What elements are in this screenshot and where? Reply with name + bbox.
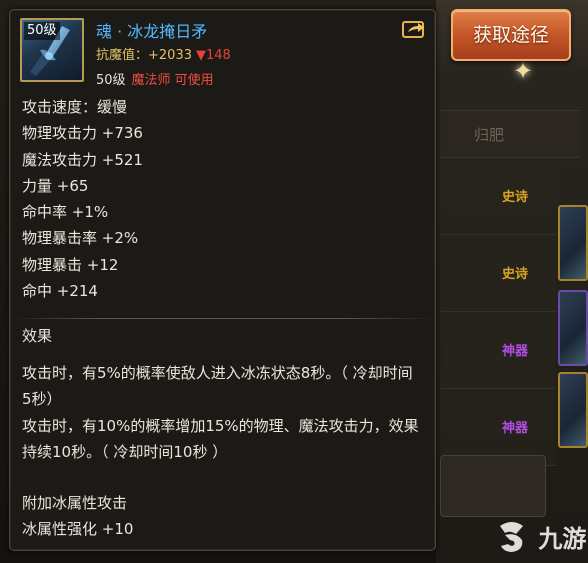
item-tooltip: 50级 魂 · 冰龙掩日矛 抗魔值：+2033 ▼148 50级 魔法师 可使用 攻… [9,9,436,551]
item-icon[interactable]: 50级 [20,18,84,82]
stat-hit-rate: 命中率 +1% [22,203,109,222]
background-item-thumbnail[interactable] [558,205,588,281]
resist-delta: ▼148 [196,48,231,63]
resist-value: +2033 [148,48,192,63]
requirement-line: 50级 魔法师 可使用 [96,69,214,88]
stat-physical-crit-rate: 物理暴击率 +2% [22,229,139,248]
resist-label: 抗魔值： [96,48,149,63]
share-icon[interactable] [402,20,426,38]
extra-line: 附加冰属性攻击 [22,494,128,512]
get-path-button[interactable]: 获取途径 [451,9,571,61]
item-level-badge: 50级 [24,22,60,40]
required-level: 50级 [96,73,126,88]
background-list-row[interactable]: 史诗 [440,158,556,235]
extra-line: 冰属性强化 +10 [22,520,134,539]
watermark-logo-icon [500,521,523,552]
stat-magic-attack: 魔法攻击力 +521 [22,150,143,169]
stat-strength: 力量 +65 [22,176,89,195]
stat-hit: 命中 +214 [22,282,98,301]
effect-line: 攻击时，有10%的概率增加15%的物理、魔法攻击力，效果持续10秒。（ 冷却时间… [22,416,419,461]
game-screen: ✦ 归肥 史诗 史诗 神器 神器 获取途径 50级 魂 · 冰龙掩日矛 抗魔值：… [0,0,588,563]
background-header-label: 归肥 [474,126,505,144]
effect-title: 效果 [22,327,53,345]
effect-description: 攻击时，有5%的概率使敌人进入冰冻状态8秒。（ 冷却时间5秒） 攻击时，有10%… [22,360,422,465]
stats-list: 攻击速度：缓慢 物理攻击力 +736 魔法攻击力 +521 力量 +65 命中率… [22,94,143,304]
background-list-row[interactable]: 史诗 [440,235,556,312]
stat-attack-speed: 攻击速度：缓慢 [22,98,128,116]
watermark-text: 九游 [538,525,587,553]
background-list-row[interactable]: 神器 [440,312,556,389]
item-name: 魂 · 冰龙掩日矛 [96,22,208,41]
background-panel-box [440,455,546,517]
effect-line: 攻击时，有5%的概率使敌人进入冰冻状态8秒。（ 冷却时间5秒） [22,364,413,409]
resist-line: 抗魔值：+2033 ▼148 [96,44,231,63]
stat-physical-attack: 物理攻击力 +736 [22,124,143,143]
stat-physical-crit: 物理暴击 +12 [22,255,119,274]
background-item-thumbnail[interactable] [558,372,588,448]
extra-attributes: 附加冰属性攻击 冰属性强化 +10 [22,490,422,543]
background-item-thumbnail[interactable] [558,290,588,366]
sparkle-icon: ✦ [512,57,534,85]
site-watermark: 九游 [496,519,586,555]
section-divider [10,318,435,319]
background-list-header: 归肥 [440,110,580,158]
rarity-tag: 史诗 [502,267,529,282]
rarity-tag: 神器 [502,421,529,436]
rarity-tag: 神器 [502,344,529,359]
required-class: 魔法师 可使用 [131,73,214,88]
rarity-tag: 史诗 [502,190,529,205]
